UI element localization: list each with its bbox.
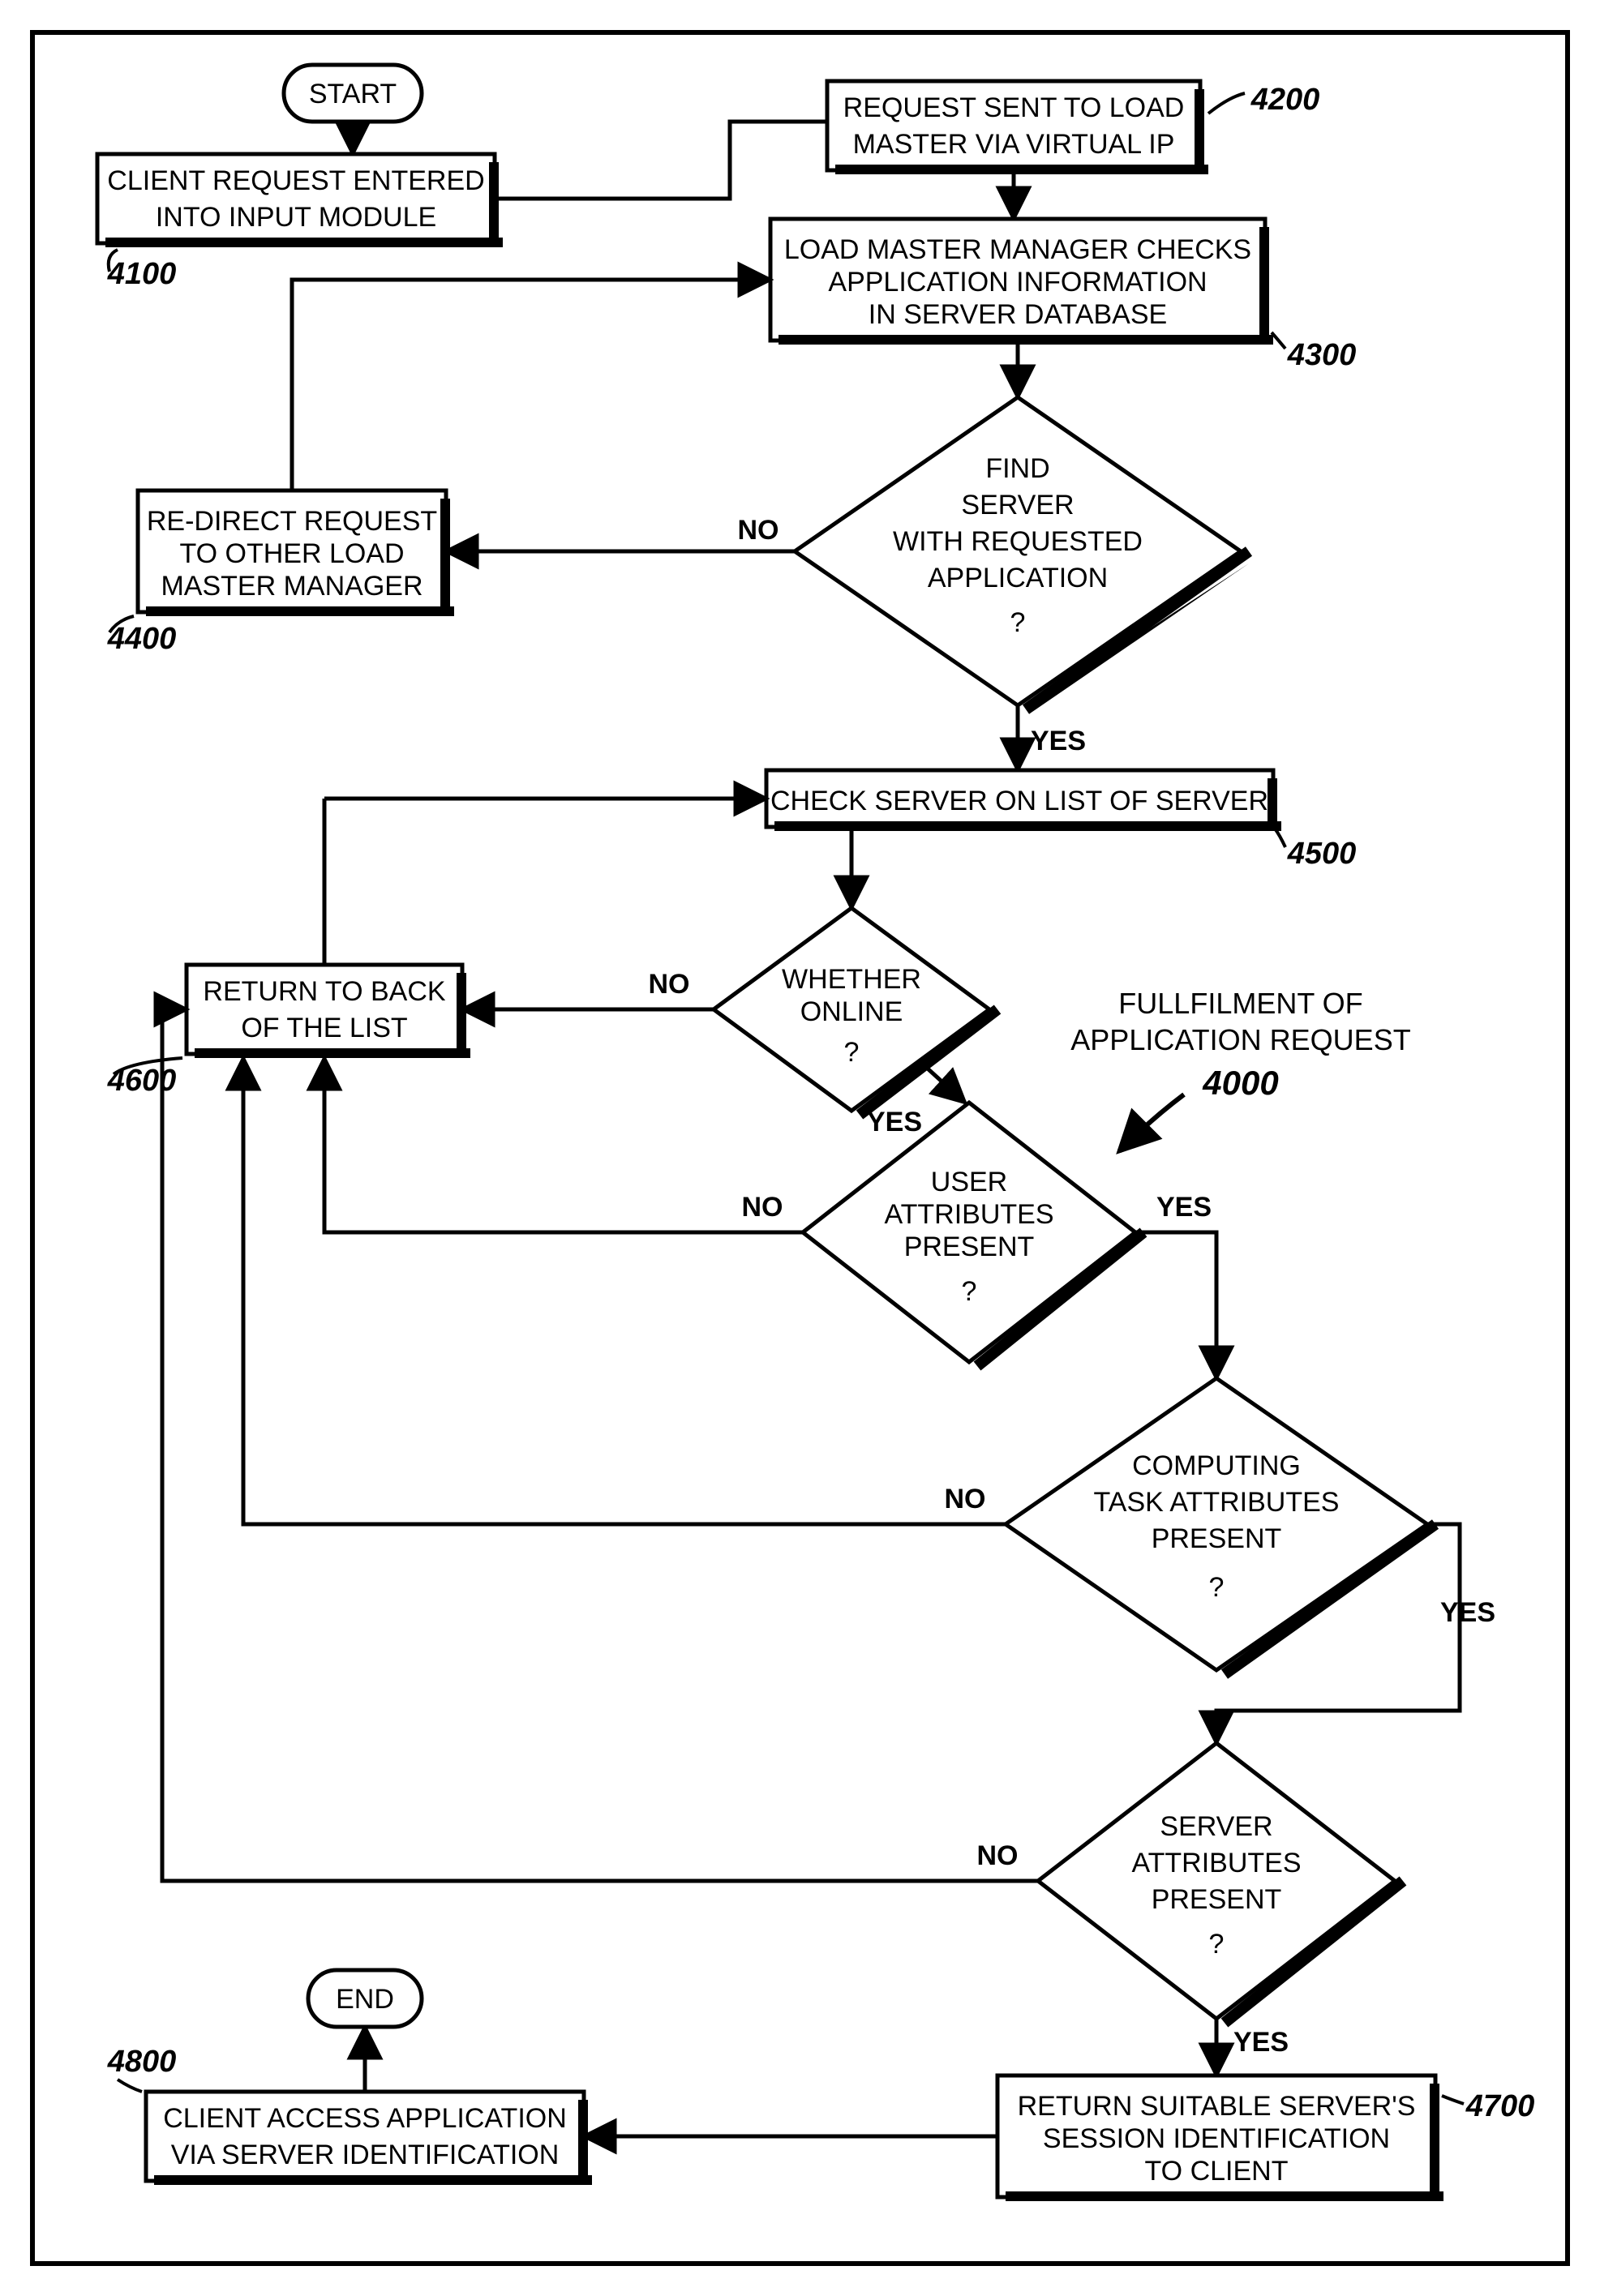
decision-user-attr: USER ATTRIBUTES PRESENT ? <box>803 1103 1143 1366</box>
decision-task-attr: COMPUTING TASK ATTRIBUTES PRESENT ? <box>1006 1378 1435 1674</box>
annot-ref: 4000 <box>1202 1064 1278 1102</box>
flowchart: START CLIENT REQUEST ENTERED INTO INPUT … <box>0 0 1600 2296</box>
ref-4400: 4400 <box>107 622 177 656</box>
d1-no: NO <box>738 515 779 546</box>
box-4700-l2: SESSION IDENTIFICATION <box>1043 2123 1390 2154</box>
d2-l1: WHETHER <box>782 964 921 995</box>
d1-l4: APPLICATION <box>928 563 1108 593</box>
box-4400-l2: TO OTHER LOAD <box>179 538 404 569</box>
d2-l2: ONLINE <box>800 996 903 1027</box>
ref-4100: 4100 <box>107 257 177 291</box>
terminal-end: END <box>308 1970 422 2027</box>
d4-yes: YES <box>1440 1597 1495 1628</box>
d1-l1: FIND <box>985 453 1049 484</box>
box-4500: CHECK SERVER ON LIST OF SERVER <box>766 770 1281 831</box>
box-4800-l1: CLIENT ACCESS APPLICATION <box>163 2103 567 2134</box>
box-4400-l3: MASTER MANAGER <box>161 571 423 602</box>
box-4800-l2: VIA SERVER IDENTIFICATION <box>171 2140 560 2170</box>
annot-l1: FULLFILMENT OF <box>1118 987 1362 1020</box>
box-4600-l2: OF THE LIST <box>241 1013 407 1043</box>
d4-l2: TASK ATTRIBUTES <box>1094 1487 1340 1518</box>
box-4200-l1: REQUEST SENT TO LOAD <box>843 92 1185 123</box>
d5-l3: PRESENT <box>1152 1884 1282 1915</box>
d5-l2: ATTRIBUTES <box>1131 1848 1301 1878</box>
ref-4600: 4600 <box>107 1064 177 1098</box>
d5-no: NO <box>977 1840 1019 1871</box>
d3-no: NO <box>742 1192 783 1223</box>
box-4400: RE-DIRECT REQUEST TO OTHER LOAD MASTER M… <box>138 490 454 616</box>
box-4300: LOAD MASTER MANAGER CHECKS APPLICATION I… <box>770 219 1273 345</box>
d4-no: NO <box>945 1484 986 1514</box>
d3-l1: USER <box>931 1167 1007 1197</box>
box-4200: REQUEST SENT TO LOAD MASTER VIA VIRTUAL … <box>827 81 1208 174</box>
box-4600-l1: RETURN TO BACK <box>203 976 445 1007</box>
box-4300-l3: IN SERVER DATABASE <box>869 299 1167 330</box>
ref-4800: 4800 <box>107 2045 177 2079</box>
d2-l3: ? <box>844 1037 860 1068</box>
box-4100-l1: CLIENT REQUEST ENTERED <box>107 165 484 196</box>
terminal-start: START <box>284 65 422 122</box>
box-4500-l1: CHECK SERVER ON LIST OF SERVER <box>770 786 1268 816</box>
decision-find-server: FIND SERVER WITH REQUESTED APPLICATION ? <box>795 397 1249 713</box>
box-4600: RETURN TO BACK OF THE LIST <box>187 965 470 1058</box>
start-label: START <box>309 79 397 109</box>
box-4700-l1: RETURN SUITABLE SERVER'S <box>1018 2091 1416 2122</box>
decision-online: WHETHER ONLINE ? <box>714 908 997 1115</box>
d3-l2: ATTRIBUTES <box>884 1199 1053 1230</box>
d1-yes: YES <box>1031 726 1086 756</box>
box-4100: CLIENT REQUEST ENTERED INTO INPUT MODULE <box>97 154 503 247</box>
d5-yes: YES <box>1233 2027 1289 2058</box>
d2-no: NO <box>649 969 690 1000</box>
d2-yes: YES <box>867 1107 922 1137</box>
box-4800: CLIENT ACCESS APPLICATION VIA SERVER IDE… <box>146 2092 592 2185</box>
box-4700-l3: TO CLIENT <box>1145 2156 1289 2187</box>
d5-l4: ? <box>1209 1929 1225 1960</box>
d3-l4: ? <box>962 1276 977 1307</box>
d1-l3: WITH REQUESTED <box>893 526 1143 557</box>
box-4400-l1: RE-DIRECT REQUEST <box>147 506 437 537</box>
ref-4700: 4700 <box>1465 2089 1535 2123</box>
d3-yes: YES <box>1156 1192 1212 1223</box>
d1-l2: SERVER <box>961 490 1074 520</box>
d1-l5: ? <box>1010 607 1026 638</box>
d4-l1: COMPUTING <box>1132 1450 1301 1481</box>
ref-4300: 4300 <box>1287 338 1357 372</box>
ref-4200: 4200 <box>1250 83 1320 117</box>
box-4300-l1: LOAD MASTER MANAGER CHECKS <box>784 234 1251 265</box>
d4-l3: PRESENT <box>1152 1523 1282 1554</box>
d5-l1: SERVER <box>1160 1811 1272 1842</box>
box-4200-l2: MASTER VIA VIRTUAL IP <box>853 129 1175 160</box>
end-label: END <box>336 1984 394 2015</box>
ref-4500: 4500 <box>1287 837 1357 871</box>
d3-l3: PRESENT <box>904 1232 1035 1262</box>
box-4700: RETURN SUITABLE SERVER'S SESSION IDENTIF… <box>997 2075 1443 2201</box>
annot-l2: APPLICATION REQUEST <box>1070 1023 1410 1056</box>
d4-l4: ? <box>1209 1572 1225 1603</box>
box-4100-l2: INTO INPUT MODULE <box>156 202 436 233</box>
decision-server-attr: SERVER ATTRIBUTES PRESENT ? <box>1038 1743 1403 2023</box>
box-4300-l2: APPLICATION INFORMATION <box>828 267 1207 298</box>
